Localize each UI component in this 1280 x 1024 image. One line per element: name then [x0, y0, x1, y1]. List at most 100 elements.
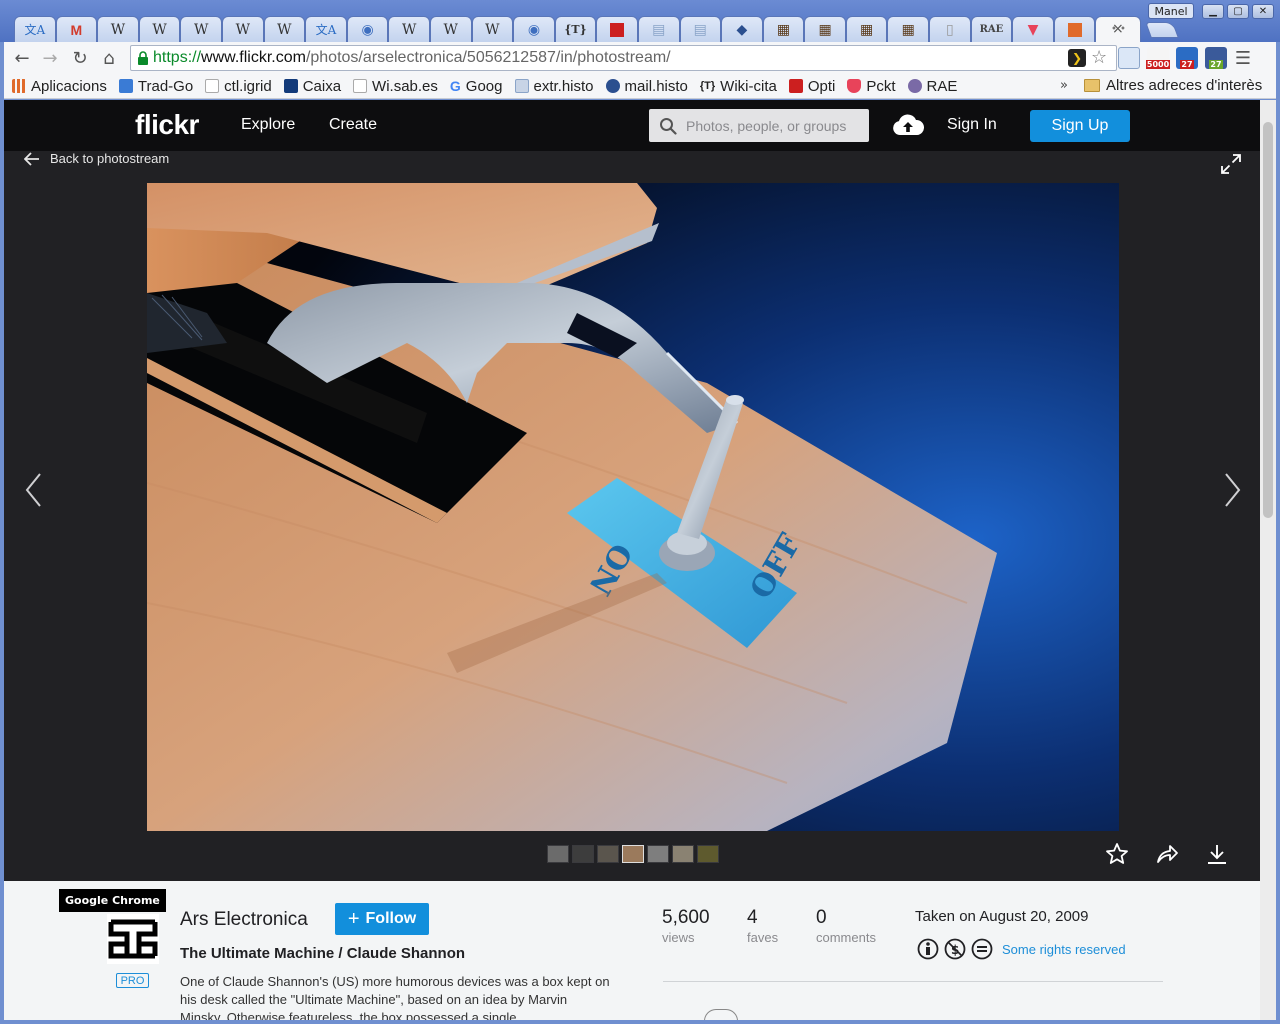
- bookmark-ctl-igrid[interactable]: ctl.igrid: [205, 78, 272, 95]
- download-icon[interactable]: [1205, 842, 1229, 866]
- bookmark-aplicacions[interactable]: Aplicacions: [12, 78, 107, 95]
- tab-mail[interactable]: ◆: [721, 16, 763, 42]
- share-arrow-icon[interactable]: [1155, 842, 1179, 866]
- tab-wikicita[interactable]: {T}: [554, 16, 597, 42]
- minimize-button[interactable]: ▁: [1202, 4, 1224, 19]
- tab-site-3[interactable]: [1053, 16, 1096, 42]
- forward-button[interactable]: →: [38, 46, 62, 70]
- previous-photo-arrow-icon[interactable]: [24, 472, 42, 508]
- gencat-icon: [610, 22, 625, 37]
- filmstrip-thumbnail[interactable]: [672, 845, 694, 863]
- flickr-page: flickr Explore Create Photos, people, or…: [4, 100, 1276, 1020]
- some-rights-reserved-link[interactable]: Some rights reserved: [1002, 942, 1126, 957]
- tab-rae[interactable]: RAE: [970, 16, 1013, 42]
- bookmark-opti[interactable]: Opti: [788, 78, 835, 95]
- translate-extension-icon[interactable]: 27: [1176, 47, 1198, 69]
- page-scrollbar[interactable]: [1260, 100, 1276, 1020]
- photo-actions: [1105, 842, 1229, 866]
- bookmark-mail-histo[interactable]: mail.histo: [605, 78, 688, 95]
- tab-blank[interactable]: ▯: [929, 16, 971, 42]
- tab-doc-2[interactable]: ▤: [679, 16, 722, 42]
- tab-translate[interactable]: 文A: [14, 16, 56, 42]
- chrome-menu-icon[interactable]: ☰: [1234, 47, 1252, 69]
- bookmark-caixa[interactable]: Caixa: [283, 78, 341, 95]
- plex-extension-icon[interactable]: ❯: [1068, 49, 1086, 67]
- license-icons[interactable]: $: [917, 938, 993, 960]
- tab-wikipedia-3[interactable]: W: [180, 16, 222, 42]
- bookmark-trad-go[interactable]: Trad-Go: [118, 78, 193, 95]
- bookmark-pckt[interactable]: Pckt: [847, 78, 896, 95]
- bookmark-rae[interactable]: RAE: [907, 78, 957, 95]
- pro-badge: PRO: [116, 973, 149, 988]
- bookmark-goog[interactable]: G Goog: [450, 78, 503, 95]
- tab-shop-4[interactable]: ▦: [887, 16, 930, 42]
- home-button[interactable]: ⌂: [97, 46, 121, 70]
- forward-arrow-icon: →: [42, 47, 58, 69]
- tab-wikipedia-4[interactable]: W: [221, 16, 264, 42]
- filmstrip-thumbnail[interactable]: [597, 845, 619, 863]
- nav-explore[interactable]: Explore: [241, 116, 295, 134]
- rss-extension-icon[interactable]: 27: [1205, 47, 1227, 69]
- profile-button[interactable]: Manel: [1148, 3, 1194, 19]
- next-photo-arrow-icon[interactable]: [1224, 472, 1242, 508]
- expand-fullscreen-icon[interactable]: [1220, 153, 1242, 175]
- bookmark-wiki-cita[interactable]: {T} Wiki-cita: [700, 78, 777, 95]
- follow-button[interactable]: + Follow: [335, 903, 429, 935]
- owner-name-link[interactable]: Ars Electronica: [180, 909, 308, 931]
- photostream-filmstrip: [547, 845, 719, 863]
- search-input[interactable]: Photos, people, or groups: [649, 109, 869, 142]
- bookmark-star-icon[interactable]: ☆: [1091, 47, 1107, 68]
- filmstrip-thumbnail[interactable]: [572, 845, 594, 863]
- reload-button[interactable]: ↻: [68, 46, 92, 70]
- upload-cloud-icon[interactable]: [892, 113, 924, 137]
- favorite-star-icon[interactable]: [1105, 842, 1129, 866]
- tab-site-1[interactable]: ◉: [346, 16, 389, 42]
- tab-wikipedia-1[interactable]: W: [97, 16, 139, 42]
- sign-in-link[interactable]: Sign In: [947, 116, 997, 134]
- counter-extension-icon[interactable]: 5000: [1145, 47, 1171, 69]
- back-to-photostream-link[interactable]: Back to photostream: [24, 151, 169, 166]
- flickr-logo[interactable]: flickr: [135, 109, 199, 141]
- translate-icon: 文A: [24, 23, 46, 37]
- tab-wikipedia-7[interactable]: W: [429, 16, 472, 42]
- address-bar[interactable]: https://www.flickr.com/photos/arselectro…: [130, 45, 1117, 71]
- tab-wikipedia-2[interactable]: W: [138, 16, 181, 42]
- filmstrip-thumbnail[interactable]: [547, 845, 569, 863]
- ars-electronica-avatar[interactable]: [107, 914, 159, 964]
- document-icon: [514, 79, 529, 93]
- bookmark-wi-sab-es[interactable]: Wi.sab.es: [353, 78, 438, 95]
- filmstrip-thumbnail[interactable]: [647, 845, 669, 863]
- filmstrip-thumbnail-current[interactable]: [622, 845, 644, 863]
- other-bookmarks-folder[interactable]: Altres adreces d'interès: [1084, 77, 1262, 94]
- back-arrow-icon: ←: [14, 47, 30, 69]
- scrollbar-thumb[interactable]: [1263, 122, 1273, 518]
- tab-gmail[interactable]: M: [55, 16, 98, 42]
- tab-pocket[interactable]: ▼: [1012, 16, 1054, 42]
- sign-up-button[interactable]: Sign Up: [1030, 110, 1130, 142]
- tab-gencat[interactable]: [596, 16, 638, 42]
- gmail-icon: M: [70, 21, 83, 38]
- main-photo[interactable]: ON OFF: [147, 183, 1119, 831]
- tab-translate-2[interactable]: 文A: [305, 16, 347, 42]
- tab-wikipedia-6[interactable]: W: [388, 16, 430, 42]
- bookmark-label: Aplicacions: [31, 77, 107, 95]
- bookmarks-overflow-button[interactable]: »: [1060, 78, 1068, 93]
- tab-shop-3[interactable]: ▦: [845, 16, 888, 42]
- tab-wikipedia-8[interactable]: W: [471, 16, 514, 42]
- back-button[interactable]: ←: [10, 46, 34, 70]
- views-label: views: [662, 930, 695, 945]
- wikipedia-icon: W: [193, 21, 209, 38]
- bookmark-extr-histo[interactable]: extr.histo: [514, 78, 594, 95]
- filmstrip-thumbnail[interactable]: [697, 845, 719, 863]
- close-window-button[interactable]: ✕: [1252, 4, 1274, 19]
- tab-shop-2[interactable]: ▦: [804, 16, 846, 42]
- tab-doc-1[interactable]: ▤: [637, 16, 680, 42]
- maximize-button[interactable]: ▢: [1227, 4, 1249, 19]
- close-tab-icon[interactable]: ×: [1112, 21, 1124, 37]
- tab-wikipedia-5[interactable]: W: [263, 16, 306, 42]
- nav-create[interactable]: Create: [329, 116, 377, 134]
- tab-site-2[interactable]: ◉: [513, 16, 555, 42]
- cast-extension-icon[interactable]: [1118, 47, 1140, 69]
- tab-shop-1[interactable]: ▦: [762, 16, 805, 42]
- new-tab-button[interactable]: [1145, 22, 1179, 38]
